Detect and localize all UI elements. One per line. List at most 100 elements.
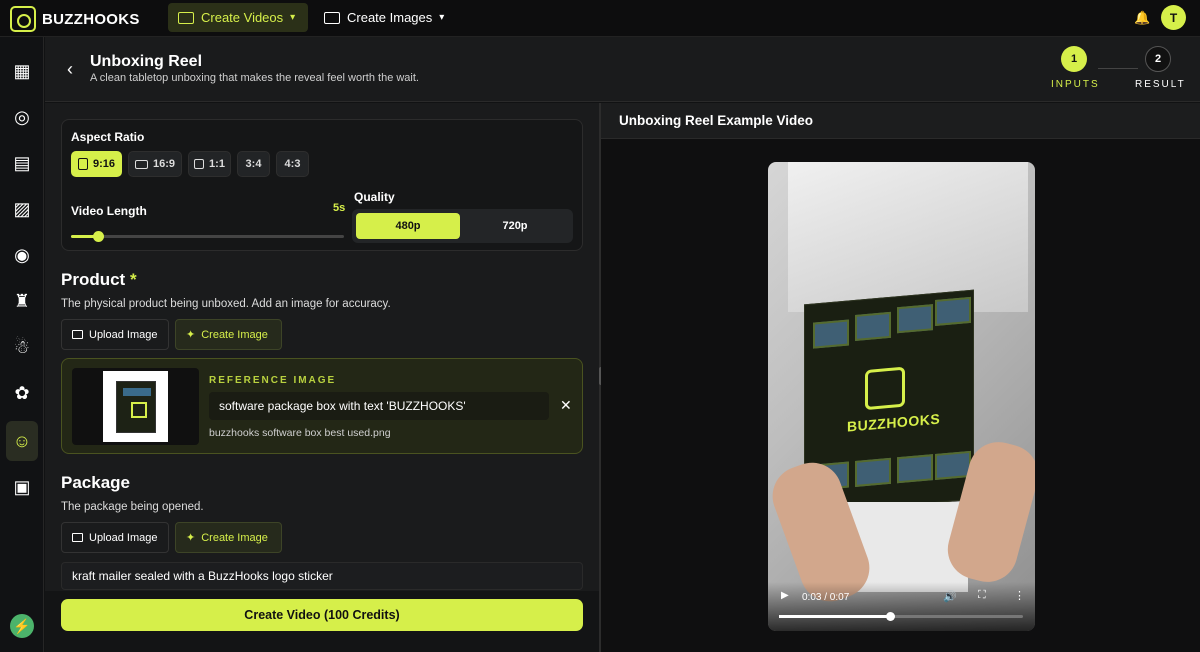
preview-header: Unboxing Reel Example Video	[601, 103, 1200, 139]
templates-icon[interactable]: ▦	[10, 59, 34, 83]
box-tile	[897, 304, 933, 334]
chevron-down-icon: ▾	[290, 12, 296, 23]
example-video-player[interactable]: BUZZHOOKS ▶ 0:03 / 0:07 🔊 ⛶ ⋮	[768, 162, 1035, 631]
more-options-icon[interactable]: ⋮	[1014, 589, 1025, 602]
person-icon[interactable]: ☺	[6, 421, 38, 461]
video-time: 0:03 / 0:07	[802, 592, 850, 603]
video-controls	[768, 582, 1035, 631]
slider-thumb[interactable]	[93, 231, 105, 242]
upload-label: Upload Image	[89, 531, 158, 544]
santa-icon[interactable]: ☃	[10, 335, 34, 359]
product-section-title: Product *	[61, 270, 137, 290]
page-header: ‹ Unboxing Reel A clean tabletop unboxin…	[45, 37, 1200, 102]
settings-card: Aspect Ratio 9:16 16:9 1:1 3:4 4:3 Video…	[61, 119, 583, 251]
create-images-menu[interactable]: Create Images ▾	[314, 3, 454, 32]
clapperboard-icon[interactable]: ▤	[10, 151, 34, 175]
step-connector	[1098, 68, 1138, 69]
image-icon[interactable]: ▣	[10, 475, 34, 499]
footer-bar: Create Video (100 Credits)	[45, 591, 600, 652]
page-title: Unboxing Reel	[90, 53, 203, 70]
step-2-label: RESULT	[1135, 79, 1186, 90]
top-bar: BUZZHOOKS Create Videos ▾ Create Images …	[0, 0, 1200, 37]
product-description: The physical product being unboxed. Add …	[61, 298, 391, 310]
box-flap	[788, 162, 1028, 312]
image-plus-icon	[324, 11, 340, 24]
reference-description-input[interactable]: software package box with text 'BUZZHOOK…	[209, 392, 549, 420]
product-upload-image-button[interactable]: Upload Image	[61, 319, 169, 350]
monitor-icon	[134, 159, 148, 169]
shirt-icon[interactable]: ♜	[10, 289, 34, 313]
product-title-text: Product	[61, 270, 126, 289]
required-mark: *	[129, 270, 137, 289]
volume-icon[interactable]: 🔊	[943, 590, 957, 603]
upload-label: Upload Image	[89, 328, 158, 341]
close-icon[interactable]: ✕	[560, 397, 572, 414]
video-camera-icon[interactable]: ◉	[10, 243, 34, 267]
ratio-3-4-button[interactable]: 3:4	[237, 151, 270, 177]
image-edit-icon[interactable]: ▨	[10, 197, 34, 221]
page-subtitle: A clean tabletop unboxing that makes the…	[90, 72, 419, 84]
preview-title: Unboxing Reel Example Video	[619, 113, 814, 128]
create-label: Create Image	[201, 328, 268, 341]
preview-panel: Unboxing Reel Example Video BUZZHOOKS ▶ …	[601, 103, 1200, 652]
step-2-indicator[interactable]: 2	[1145, 46, 1171, 72]
reference-image-card: REFERENCE IMAGE software package box wit…	[61, 358, 583, 454]
fullscreen-icon[interactable]: ⛶	[978, 589, 986, 602]
play-icon[interactable]: ▶	[781, 590, 789, 601]
brand-logo[interactable]: BUZZHOOKS	[10, 6, 140, 32]
logo-icon	[865, 366, 905, 411]
quality-480p-button[interactable]: 480p	[356, 213, 460, 239]
create-videos-label: Create Videos	[201, 10, 284, 25]
box-tile	[813, 319, 849, 349]
package-create-image-button[interactable]: ✦ Create Image	[175, 522, 282, 553]
box-graphic	[115, 380, 156, 433]
create-videos-menu[interactable]: Create Videos ▾	[168, 3, 308, 32]
video-length-value: 5s	[333, 202, 346, 214]
phone-icon	[77, 158, 88, 170]
box-tile	[897, 454, 933, 484]
ratio-label: 4:3	[284, 158, 301, 170]
product-create-image-button[interactable]: ✦ Create Image	[175, 319, 282, 350]
video-length-slider[interactable]	[71, 231, 344, 242]
video-length-label: Video Length	[71, 204, 147, 218]
aspect-ratio-label: Aspect Ratio	[71, 130, 145, 144]
chevron-down-icon: ▾	[439, 12, 445, 23]
credits-icon[interactable]: ⚡	[10, 614, 34, 638]
ratio-4-3-button[interactable]: 4:3	[276, 151, 309, 177]
box-tile	[935, 296, 971, 326]
package-description: The package being opened.	[61, 501, 204, 513]
brand-name: BUZZHOOKS	[42, 10, 140, 28]
package-section-title: Package	[61, 473, 130, 492]
bell-icon[interactable]: 🔔	[1134, 10, 1150, 25]
dog-icon[interactable]: ✿	[10, 381, 34, 405]
create-video-button[interactable]: Create Video (100 Credits)	[61, 599, 583, 631]
product-box-image	[103, 371, 168, 442]
ratio-label: 9:16	[92, 158, 116, 170]
ratio-label: 16:9	[152, 158, 176, 170]
ratio-16-9-button[interactable]: 16:9	[128, 151, 182, 177]
inputs-panel: Aspect Ratio 9:16 16:9 1:1 3:4 4:3 Video…	[45, 103, 600, 652]
package-upload-image-button[interactable]: Upload Image	[61, 522, 169, 553]
square-icon	[194, 159, 205, 169]
create-images-label: Create Images	[347, 10, 433, 25]
reference-image-label: REFERENCE IMAGE	[209, 375, 337, 386]
quality-selector: 480p 720p	[352, 209, 573, 243]
box-tile	[855, 311, 891, 341]
progress-thumb[interactable]	[886, 612, 896, 621]
step-1-label: INPUTS	[1051, 79, 1100, 90]
avatar[interactable]: T	[1161, 5, 1186, 30]
logo-icon	[10, 6, 36, 32]
package-description-input[interactable]: kraft mailer sealed with a BuzzHooks log…	[61, 562, 583, 590]
video-progress-bar[interactable]	[779, 612, 1023, 621]
step-1-indicator[interactable]: 1	[1061, 46, 1087, 72]
ratio-1-1-button[interactable]: 1:1	[188, 151, 231, 177]
image-icon	[72, 533, 83, 542]
film-reel-icon[interactable]: ◎	[10, 105, 34, 129]
back-arrow-icon[interactable]: ‹	[67, 59, 73, 80]
box-brand-text: BUZZHOOKS	[847, 410, 941, 435]
progress-fill	[779, 615, 891, 618]
reference-thumbnail[interactable]	[72, 368, 199, 445]
quality-720p-button[interactable]: 720p	[463, 213, 567, 239]
ratio-9-16-button[interactable]: 9:16	[71, 151, 122, 177]
create-label: Create Image	[201, 531, 268, 544]
